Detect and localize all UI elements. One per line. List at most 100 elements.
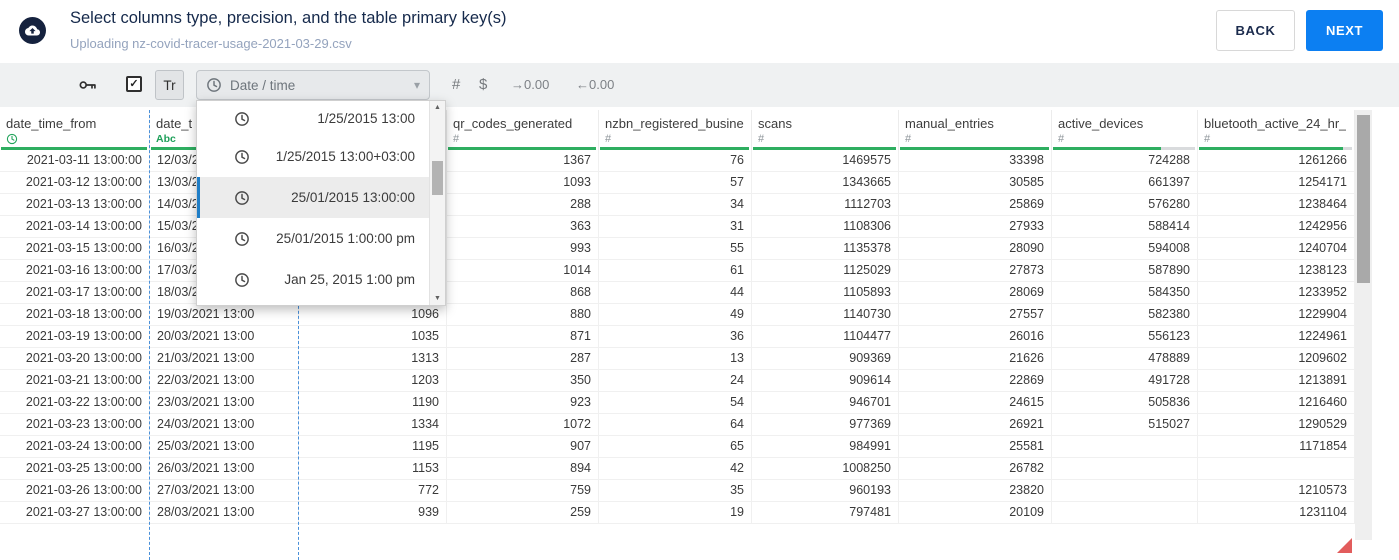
table-cell[interactable]: 30585 — [899, 172, 1052, 193]
table-cell[interactable]: 22/03/2021 13:00 — [150, 370, 299, 391]
table-cell[interactable]: 1254171 — [1198, 172, 1355, 193]
table-cell[interactable]: 24 — [599, 370, 752, 391]
table-cell[interactable]: 1224961 — [1198, 326, 1355, 347]
menu-scrollbar-thumb[interactable] — [432, 161, 443, 195]
column-header-qr_codes_generated[interactable]: qr_codes_generated # — [447, 110, 599, 150]
table-cell[interactable]: 1125029 — [752, 260, 899, 281]
table-cell[interactable]: 1469575 — [752, 150, 899, 171]
table-cell[interactable]: 34 — [599, 194, 752, 215]
date-format-option[interactable]: 25/01/2015 13:00:00 — [197, 177, 429, 218]
table-cell[interactable]: 1313 — [299, 348, 447, 369]
vertical-scrollbar-thumb[interactable] — [1357, 115, 1370, 283]
table-cell[interactable]: 76 — [599, 150, 752, 171]
table-cell[interactable] — [1052, 436, 1198, 457]
table-cell[interactable]: 19/03/2021 13:00 — [150, 304, 299, 325]
table-cell[interactable]: 1093 — [447, 172, 599, 193]
table-cell[interactable]: 1290529 — [1198, 414, 1355, 435]
table-cell[interactable]: 977369 — [752, 414, 899, 435]
table-cell[interactable]: 772 — [299, 480, 447, 501]
primary-key-icon[interactable] — [77, 75, 97, 95]
table-cell[interactable]: 594008 — [1052, 238, 1198, 259]
table-cell[interactable]: 1238123 — [1198, 260, 1355, 281]
table-cell[interactable]: 491728 — [1052, 370, 1198, 391]
column-header-active_devices[interactable]: active_devices # — [1052, 110, 1198, 150]
table-cell[interactable]: 1242956 — [1198, 216, 1355, 237]
table-cell[interactable]: 2021-03-23 13:00:00 — [0, 414, 150, 435]
table-cell[interactable]: 26016 — [899, 326, 1052, 347]
table-cell[interactable] — [1052, 502, 1198, 523]
table-cell[interactable]: 556123 — [1052, 326, 1198, 347]
table-cell[interactable]: 23820 — [899, 480, 1052, 501]
table-cell[interactable]: 1238464 — [1198, 194, 1355, 215]
table-cell[interactable]: 24615 — [899, 392, 1052, 413]
table-cell[interactable]: 54 — [599, 392, 752, 413]
table-cell[interactable]: 1008250 — [752, 458, 899, 479]
table-cell[interactable]: 49 — [599, 304, 752, 325]
table-cell[interactable]: 505836 — [1052, 392, 1198, 413]
table-cell[interactable]: 576280 — [1052, 194, 1198, 215]
menu-scrollbar[interactable]: ▲ ▼ — [429, 101, 445, 305]
table-cell[interactable]: 28069 — [899, 282, 1052, 303]
table-cell[interactable]: 24/03/2021 13:00 — [150, 414, 299, 435]
table-cell[interactable]: 259 — [447, 502, 599, 523]
table-cell[interactable]: 363 — [447, 216, 599, 237]
table-cell[interactable]: 35 — [599, 480, 752, 501]
table-cell[interactable]: 1203 — [299, 370, 447, 391]
table-cell[interactable]: 288 — [447, 194, 599, 215]
column-header-manual_entries[interactable]: manual_entries # — [899, 110, 1052, 150]
table-cell[interactable]: 2021-03-27 13:00:00 — [0, 502, 150, 523]
table-cell[interactable]: 894 — [447, 458, 599, 479]
table-cell[interactable]: 1112703 — [752, 194, 899, 215]
table-cell[interactable]: 984991 — [752, 436, 899, 457]
decrease-precision-button[interactable]: ←0.00 — [576, 77, 614, 92]
table-cell[interactable]: 2021-03-17 13:00:00 — [0, 282, 150, 303]
table-cell[interactable]: 478889 — [1052, 348, 1198, 369]
table-cell[interactable]: 2021-03-16 13:00:00 — [0, 260, 150, 281]
table-cell[interactable] — [1198, 458, 1355, 479]
table-cell[interactable]: 2021-03-25 13:00:00 — [0, 458, 150, 479]
table-cell[interactable]: 1171854 — [1198, 436, 1355, 457]
table-cell[interactable]: 1135378 — [752, 238, 899, 259]
table-cell[interactable]: 1105893 — [752, 282, 899, 303]
next-button[interactable]: NEXT — [1306, 10, 1383, 51]
table-cell[interactable]: 1210573 — [1198, 480, 1355, 501]
table-cell[interactable]: 1140730 — [752, 304, 899, 325]
table-cell[interactable]: 661397 — [1052, 172, 1198, 193]
date-format-option[interactable]: 1/25/2015 13:00+03:00 — [197, 136, 429, 177]
table-cell[interactable]: 2021-03-22 13:00:00 — [0, 392, 150, 413]
table-cell[interactable]: 20109 — [899, 502, 1052, 523]
column-header-nzbn_registered_busine[interactable]: nzbn_registered_busine # — [599, 110, 752, 150]
table-cell[interactable]: 22869 — [899, 370, 1052, 391]
include-column-checkbox[interactable]: ✓ — [126, 76, 142, 92]
table-cell[interactable]: 587890 — [1052, 260, 1198, 281]
table-cell[interactable]: 42 — [599, 458, 752, 479]
table-cell[interactable]: 1209602 — [1198, 348, 1355, 369]
table-cell[interactable]: 1334 — [299, 414, 447, 435]
table-cell[interactable]: 923 — [447, 392, 599, 413]
table-cell[interactable]: 1072 — [447, 414, 599, 435]
table-cell[interactable]: 27933 — [899, 216, 1052, 237]
table-cell[interactable]: 26921 — [899, 414, 1052, 435]
table-cell[interactable]: 64 — [599, 414, 752, 435]
table-cell[interactable]: 27873 — [899, 260, 1052, 281]
table-cell[interactable]: 2021-03-24 13:00:00 — [0, 436, 150, 457]
number-type-icon[interactable]: # — [452, 76, 460, 93]
table-cell[interactable]: 1233952 — [1198, 282, 1355, 303]
table-cell[interactable]: 36 — [599, 326, 752, 347]
table-cell[interactable]: 19 — [599, 502, 752, 523]
table-cell[interactable]: 2021-03-19 13:00:00 — [0, 326, 150, 347]
table-cell[interactable]: 582380 — [1052, 304, 1198, 325]
table-cell[interactable]: 13 — [599, 348, 752, 369]
vertical-scrollbar[interactable] — [1355, 110, 1372, 540]
table-cell[interactable]: 2021-03-26 13:00:00 — [0, 480, 150, 501]
table-cell[interactable]: 1190 — [299, 392, 447, 413]
table-cell[interactable]: 2021-03-12 13:00:00 — [0, 172, 150, 193]
table-cell[interactable]: 1153 — [299, 458, 447, 479]
table-cell[interactable]: 797481 — [752, 502, 899, 523]
table-cell[interactable]: 724288 — [1052, 150, 1198, 171]
table-cell[interactable]: 61 — [599, 260, 752, 281]
table-cell[interactable]: 939 — [299, 502, 447, 523]
back-button[interactable]: BACK — [1216, 10, 1295, 51]
table-cell[interactable]: 55 — [599, 238, 752, 259]
table-cell[interactable]: 20/03/2021 13:00 — [150, 326, 299, 347]
